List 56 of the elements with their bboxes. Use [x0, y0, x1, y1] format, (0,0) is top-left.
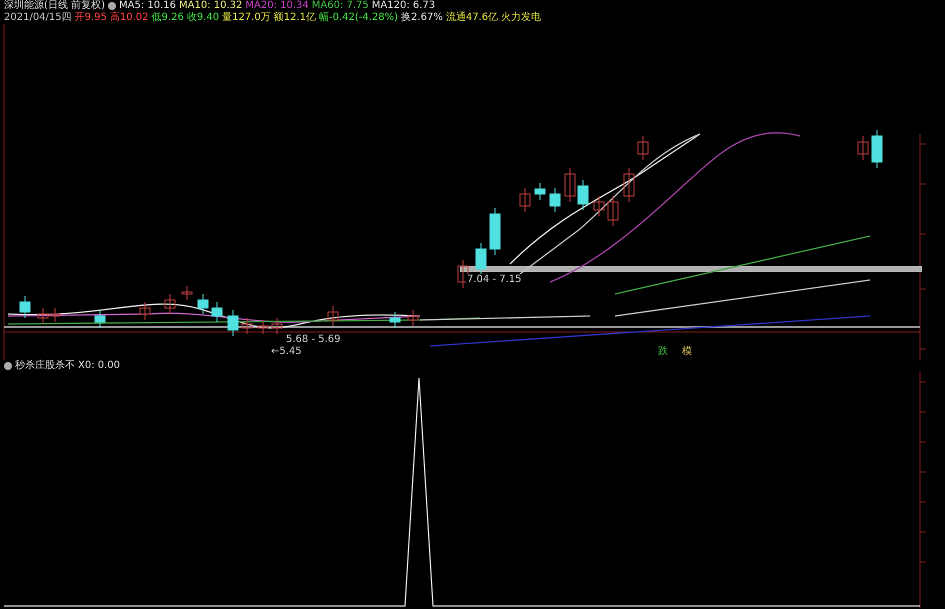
candlestick — [272, 318, 282, 334]
candlestick — [608, 196, 618, 226]
candlestick — [94, 310, 106, 328]
quote-value: 幅-0.42(-4.28%) — [318, 12, 398, 24]
quote-value: 火力发电 — [501, 12, 542, 24]
indicator-name: 秒杀庄股杀不 — [15, 360, 75, 372]
indicator-reading: X0: 0.00 — [78, 360, 120, 372]
candlestick — [550, 188, 560, 212]
candlestick — [198, 294, 208, 314]
candlestick — [858, 136, 868, 160]
candlestick — [50, 308, 60, 322]
quote-value: 量127.0万 — [222, 12, 271, 24]
settings-icon[interactable] — [4, 362, 12, 370]
indicator-value: MA60: 7.75 — [312, 0, 369, 12]
price-label: ←5.45 — [270, 346, 303, 357]
quote-value: 收9.40 — [186, 12, 220, 24]
candlestick — [258, 320, 268, 334]
chart-title: 深圳能源(日线 前复权) — [4, 0, 105, 12]
signal-tag: 跌 — [656, 346, 670, 357]
candlestick — [624, 168, 634, 202]
candlestick — [212, 302, 222, 322]
indicator-value: MA120: 6.73 — [372, 0, 436, 12]
quote-value: 低9.26 — [152, 12, 184, 24]
candlestick — [408, 310, 418, 326]
candlestick — [638, 136, 648, 160]
candlestick — [228, 310, 238, 336]
signal-tag: 模 — [680, 346, 694, 357]
candlestick — [38, 308, 48, 324]
candlestick — [182, 286, 192, 300]
price-label: 7.04 - 7.15 — [466, 274, 522, 285]
settings-icon[interactable] — [108, 2, 116, 10]
candlestick — [872, 130, 882, 168]
candlestick — [564, 168, 576, 202]
price-label: 5.68 - 5.69 — [285, 334, 342, 345]
quote-value: 2021/04/15四 — [4, 12, 72, 24]
candlestick — [520, 188, 530, 212]
candlestick — [594, 196, 604, 216]
candlestick — [164, 294, 176, 314]
candlestick — [476, 242, 486, 276]
indicator-value: MA5: 10.16 — [118, 0, 176, 12]
indicator-value: MA20: 10.34 — [245, 0, 309, 12]
quote-value: 高10.02 — [110, 12, 149, 24]
candlestick — [328, 306, 338, 326]
quote-value: 流通47.6亿 — [446, 12, 498, 24]
quote-value: 额12.1亿 — [274, 12, 316, 24]
candlestick — [20, 296, 30, 318]
quote-value: 换2.67% — [401, 12, 443, 24]
candlestick — [534, 182, 546, 200]
quote-value: 开9.95 — [74, 12, 107, 24]
candlestick — [242, 318, 252, 334]
candlestick — [390, 312, 400, 328]
candlestick — [458, 260, 468, 288]
candlestick — [490, 208, 500, 256]
candlestick — [578, 180, 588, 210]
indicator-value: MA10: 10.32 — [179, 0, 242, 12]
candlestick — [140, 302, 150, 320]
